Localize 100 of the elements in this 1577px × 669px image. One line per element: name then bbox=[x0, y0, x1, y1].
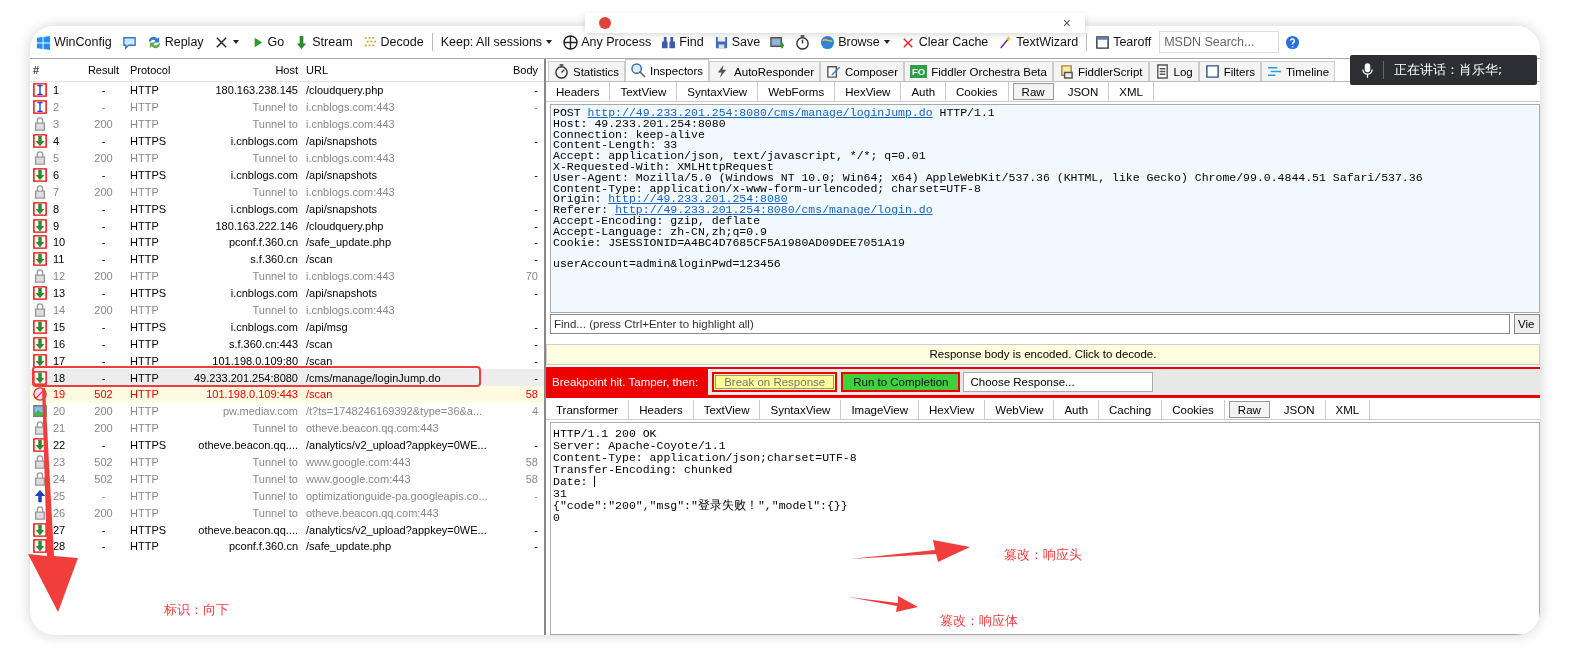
request-line: POST http://49.233.201.254:8080/cms/manage/loginJump.do HTTP/1.1 bbox=[553, 106, 995, 119]
toolbar-button[interactable]: Replay bbox=[144, 34, 206, 50]
lock-icon bbox=[33, 303, 47, 317]
session-row[interactable]: 27 - HTTPS otheve.beacon.qq.... /analytics/v2_upload?appkey=0WE... - bbox=[30, 521, 544, 539]
toolbar-button[interactable]: TextWizard bbox=[996, 34, 1081, 50]
close-button[interactable]: × bbox=[1062, 15, 1071, 31]
session-number: 3 bbox=[53, 118, 60, 131]
speech-bubble-icon bbox=[121, 34, 137, 50]
table-cell-text: Tunnel to bbox=[251, 456, 299, 469]
find-field[interactable]: Find... (press Ctrl+Enter to highlight all) bbox=[550, 314, 1510, 334]
session-row[interactable]: 16 - HTTP s.f.360.cn:443 /scan - bbox=[30, 335, 544, 353]
crosshair-icon bbox=[563, 34, 579, 50]
help-icon[interactable] bbox=[1285, 34, 1301, 50]
tab[interactable]: Filters bbox=[1198, 61, 1261, 81]
session-row[interactable]: 10 - HTTP pconf.f.360.cn /safe_update.php - bbox=[30, 234, 544, 251]
tab[interactable]: Log bbox=[1148, 61, 1199, 81]
column-header[interactable]: # bbox=[30, 64, 80, 76]
toolbar-button[interactable]: Save bbox=[711, 34, 763, 50]
tab[interactable]: Raw bbox=[1012, 83, 1054, 100]
column-header[interactable]: Protocol bbox=[127, 64, 181, 76]
session-row[interactable]: 7 200 HTTP Tunnel to i.cnblogs.com:443 bbox=[30, 183, 544, 201]
session-row[interactable]: 26 200 HTTP Tunnel to otheve.beacon.qq.com:443 bbox=[30, 504, 544, 522]
table-cell-text: - bbox=[100, 540, 107, 553]
session-row[interactable]: 13 - HTTPS i.cnblogs.com /api/snapshots - bbox=[30, 284, 544, 302]
column-header[interactable]: URL bbox=[301, 64, 501, 76]
session-row[interactable]: 17 - HTTP 101.198.0.109:80 /scan - bbox=[30, 352, 544, 370]
session-row[interactable]: 4 - HTTPS i.cnblogs.com /api/snapshots - bbox=[30, 132, 544, 150]
toolbar-button[interactable]: Keep: All sessions bbox=[438, 35, 556, 49]
session-row[interactable]: 14 200 HTTP Tunnel to i.cnblogs.com:443 bbox=[30, 301, 544, 319]
session-row[interactable]: 24 502 HTTP Tunnel to www.google.com:443 58 bbox=[30, 470, 544, 488]
column-header[interactable]: Body bbox=[501, 64, 541, 76]
session-row[interactable]: 28 - HTTP pconf.f.360.cn /safe_update.php - bbox=[30, 538, 544, 555]
toolbar-button[interactable]: Tearoff bbox=[1093, 34, 1154, 50]
run-to-completion-button[interactable]: Run to Completion bbox=[841, 372, 961, 392]
session-row[interactable]: 9 - HTTP 180.163.222.146 /cloudquery.php - bbox=[30, 217, 544, 234]
table-cell-text: HTTPS bbox=[129, 202, 168, 215]
table-cell-text: /api/msg bbox=[305, 320, 349, 333]
toolbar-button[interactable]: Decode bbox=[360, 34, 426, 50]
tab[interactable]: Statistics bbox=[548, 61, 625, 81]
session-row[interactable]: 8 - HTTPS i.cnblogs.com /api/snapshots - bbox=[30, 200, 544, 218]
breakpoint-label: Breakpoint hit. Tamper, then: bbox=[546, 369, 709, 395]
session-number: 20 bbox=[53, 405, 66, 418]
session-row[interactable]: 3 200 HTTP Tunnel to i.cnblogs.com:443 bbox=[30, 115, 544, 133]
toolbar-button[interactable]: Any Process bbox=[561, 34, 654, 50]
session-row[interactable]: 6 - HTTPS i.cnblogs.com /api/snapshots - bbox=[30, 166, 544, 184]
table-cell-text: - bbox=[100, 253, 107, 266]
table-cell-text: 200 bbox=[93, 152, 114, 164]
toolbar-button[interactable]: Stream bbox=[292, 34, 355, 50]
tab[interactable]: Timeline bbox=[1261, 61, 1336, 81]
table-cell-text: HTTP bbox=[129, 253, 160, 266]
tab[interactable]: Composer bbox=[820, 61, 905, 81]
session-row[interactable]: 12 200 HTTP Tunnel to i.cnblogs.com:443 70 bbox=[30, 267, 544, 285]
pencil-icon bbox=[826, 64, 841, 79]
session-row[interactable]: 5 200 HTTP Tunnel to i.cnblogs.com:443 bbox=[30, 149, 544, 167]
annotation-label: 篡改：响应头 bbox=[1004, 546, 1082, 564]
table-cell-text: s.f.360.cn:443 bbox=[227, 337, 299, 350]
toolbar-button[interactable]: Clear Cache bbox=[898, 34, 991, 50]
break-on-response-button[interactable]: Break on Response bbox=[712, 372, 838, 392]
choose-response-dropdown[interactable]: Choose Response... bbox=[963, 372, 1154, 392]
response-line: Date: bbox=[553, 476, 588, 487]
column-header[interactable]: Host bbox=[181, 64, 301, 76]
url-link[interactable]: http://49.233.201.254:8080/cms/manage/login.do bbox=[615, 203, 933, 217]
url-link[interactable]: http://49.233.201.254:8080/cms/manage/loginJump.do bbox=[587, 106, 933, 119]
window-icon bbox=[1095, 34, 1111, 50]
column-header[interactable]: Result bbox=[80, 64, 127, 76]
table-cell-text: HTTP bbox=[129, 185, 160, 198]
table-cell: - bbox=[534, 523, 538, 536]
table-cell-text: /scan bbox=[305, 354, 334, 367]
session-row[interactable]: 2 - HTTP Tunnel to i.cnblogs.com:443 - bbox=[30, 98, 544, 116]
session-row[interactable]: 1 - HTTP 180.163.238.145 /cloudquery.php - bbox=[30, 82, 544, 99]
session-row[interactable]: 15 - HTTPS i.cnblogs.com /api/msg - bbox=[30, 318, 544, 336]
notice-bar[interactable]: Response body is encoded. Click to decode. bbox=[546, 344, 1540, 365]
toolbar-button[interactable]: Browse bbox=[818, 34, 893, 50]
table-cell-text: otheve.beacon.qq.... bbox=[197, 523, 299, 536]
session-row[interactable]: 25 - HTTP Tunnel to optimizationguide-pa.googleapis.co... - bbox=[30, 487, 544, 505]
tab[interactable]: Raw bbox=[1228, 401, 1270, 418]
session-number: 17 bbox=[53, 354, 66, 367]
table-cell-text: - bbox=[100, 287, 107, 300]
toolbar-button[interactable]: Go bbox=[247, 34, 287, 50]
session-row[interactable]: 23 502 HTTP Tunnel to www.google.com:443 58 bbox=[30, 453, 544, 471]
table-cell-text: HTTP bbox=[129, 236, 160, 249]
session-number: 5 bbox=[53, 152, 60, 164]
table-cell: - bbox=[534, 287, 538, 300]
table-cell-text: Tunnel to bbox=[251, 101, 299, 114]
table-cell-text: HTTPS bbox=[129, 320, 168, 333]
session-row[interactable]: 11 - HTTP s.f.360.cn /scan - bbox=[30, 250, 544, 268]
toolbar-button[interactable]: Find bbox=[659, 34, 706, 50]
table-cell-text: /api/snapshots bbox=[305, 202, 378, 215]
tab[interactable]: FO Fiddler Orchestra Beta bbox=[904, 61, 1053, 81]
view-button[interactable]: Vie bbox=[1514, 314, 1540, 334]
tab[interactable]: Inspectors bbox=[625, 59, 710, 81]
annotation-label: 标识：向下 bbox=[164, 601, 229, 619]
toolbar-button[interactable]: WinConfig bbox=[34, 34, 114, 50]
tab[interactable]: AutoResponder bbox=[709, 61, 820, 81]
tab[interactable]: FiddlerScript bbox=[1052, 61, 1149, 81]
search-field[interactable]: MSDN Search... bbox=[1159, 31, 1280, 53]
table-cell-text: Tunnel to bbox=[251, 472, 299, 485]
table-cell-text: HTTP bbox=[129, 422, 160, 435]
microphone-icon bbox=[1362, 61, 1373, 79]
table-cell-text: s.f.360.cn bbox=[249, 253, 299, 266]
